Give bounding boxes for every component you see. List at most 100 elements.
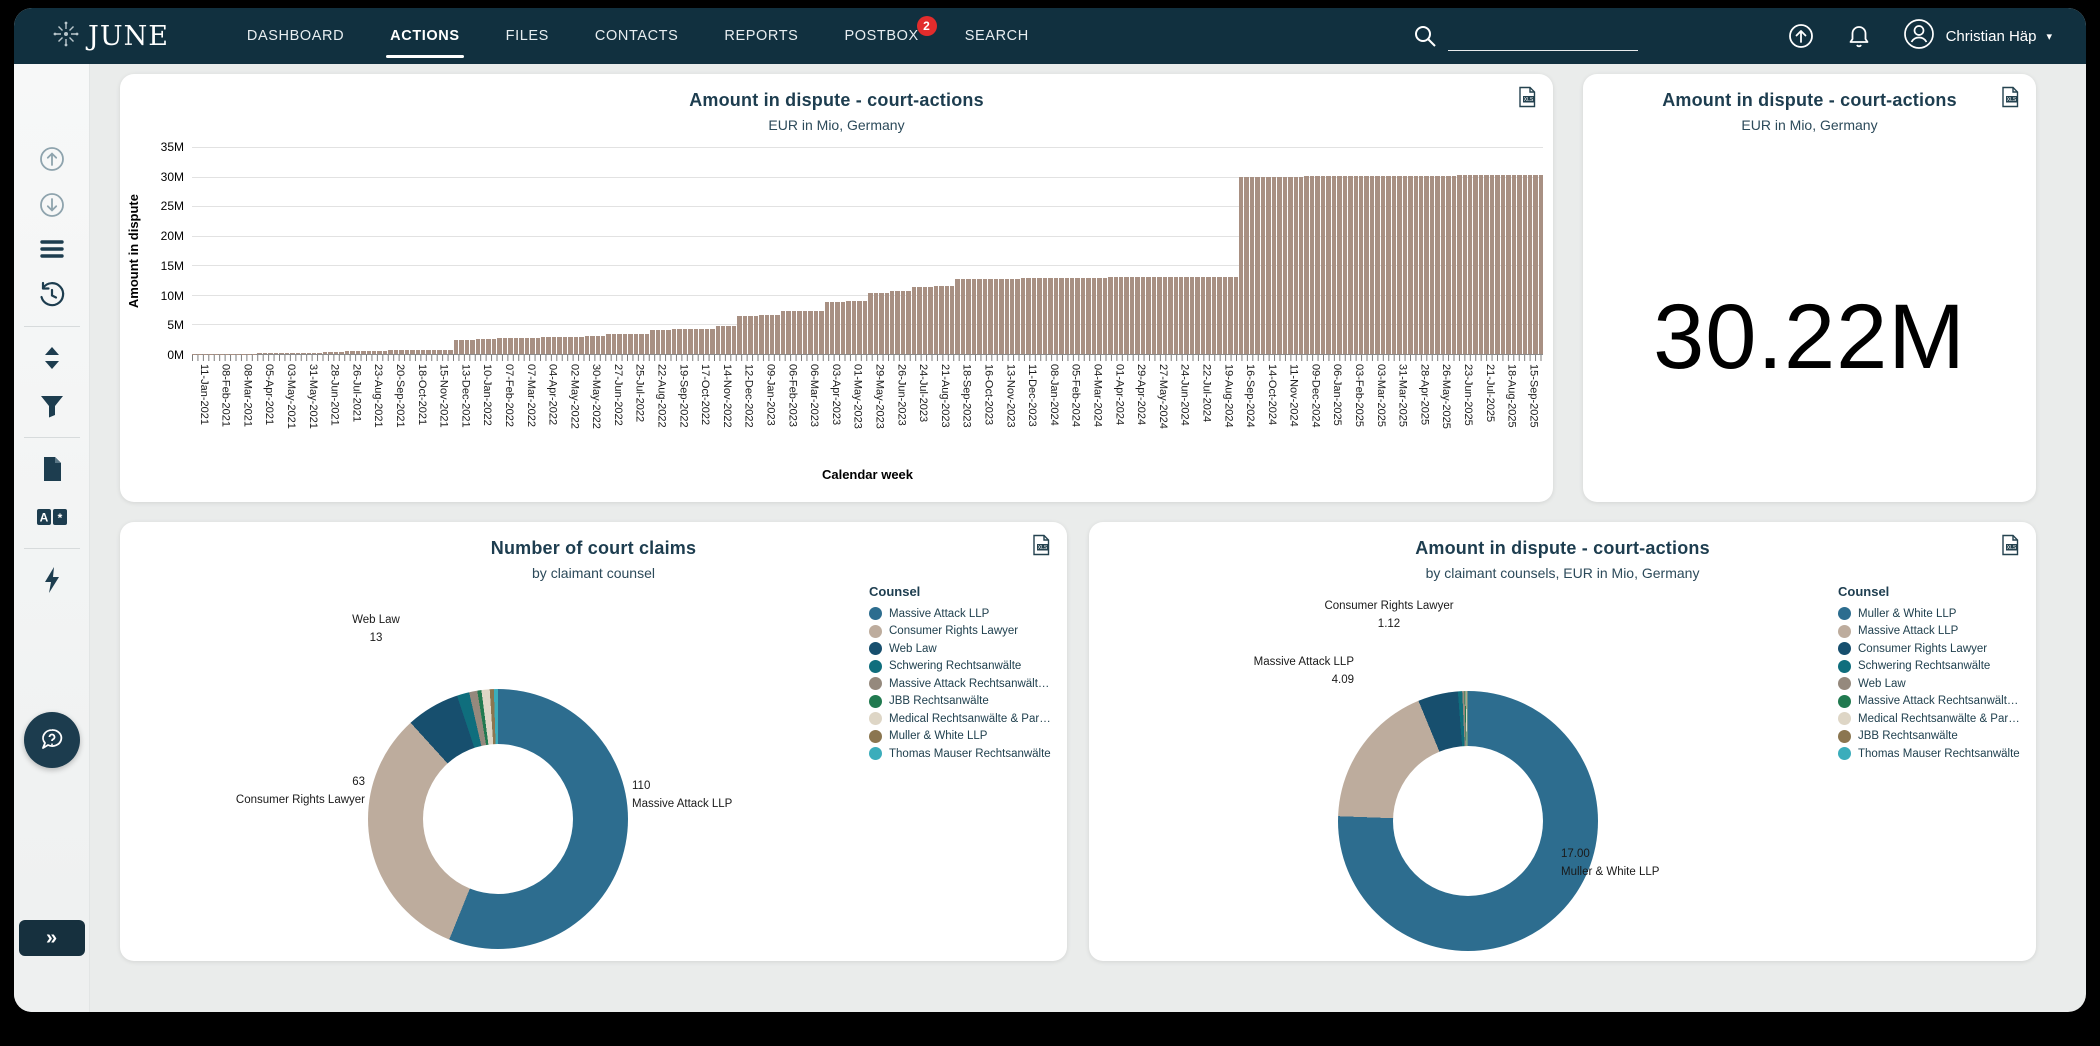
card-amount-in-dispute-total: Amount in dispute - court-actions EUR in… xyxy=(1583,74,2036,502)
card-title: Amount in dispute - court-actions xyxy=(1089,538,2036,559)
svg-text:*: * xyxy=(57,511,62,525)
sidebar-divider xyxy=(24,548,80,549)
x-axis-title: Calendar week xyxy=(192,463,1543,487)
legend-color-dot xyxy=(869,607,882,620)
translate-icon[interactable]: A * xyxy=(35,500,69,534)
legend-color-dot xyxy=(1838,730,1851,743)
tool-sidebar: A * » xyxy=(14,64,90,1012)
quick-actions-bolt-icon[interactable] xyxy=(35,563,69,597)
legend-item[interactable]: Massive Attack LLP xyxy=(869,607,1047,620)
legend-item[interactable]: Schwering Rechtsanwälte xyxy=(869,660,1047,673)
navbar: JUNE DASHBOARD ACTIONS FILES CONTACTS REPORT… xyxy=(14,8,2086,64)
card-dispute-by-counsel: Amount in dispute - court-actions by cla… xyxy=(1089,522,2036,961)
nav-menu: DASHBOARD ACTIONS FILES CONTACTS REPORTS POST… xyxy=(247,8,1029,64)
card-title: Number of court claims xyxy=(120,538,1067,559)
bar-plot xyxy=(192,147,1543,355)
nav-item-files[interactable]: FILES xyxy=(506,8,549,64)
expand-sidebar-button[interactable]: » xyxy=(19,920,85,956)
legend-item[interactable]: JBB Rechtsanwälte xyxy=(1838,730,2016,743)
nav-item-actions[interactable]: ACTIONS xyxy=(390,8,459,64)
upload-icon[interactable] xyxy=(1786,21,1816,51)
legend-item[interactable]: JBB Rechtsanwälte xyxy=(869,695,1047,708)
legend-item[interactable]: Muller & White LLP xyxy=(1838,607,2016,620)
nav-item-reports[interactable]: REPORTS xyxy=(724,8,798,64)
card-title: Amount in dispute - court-actions xyxy=(1583,90,2036,111)
legend-item[interactable]: Web Law xyxy=(869,642,1047,655)
legend-item[interactable]: Massive Attack Rechtsanwält… xyxy=(1838,695,2016,708)
legend-item[interactable]: Web Law xyxy=(1838,677,2016,690)
legend-items: Massive Attack LLP Consumer Rights Lawyer… xyxy=(869,607,1047,760)
legend-item[interactable]: Massive Attack LLP xyxy=(1838,625,2016,638)
legend-item[interactable]: Massive Attack Rechtsanwält… xyxy=(869,677,1047,690)
card-claims-by-counsel: Number of court claims by claimant couns… xyxy=(120,522,1067,961)
legend-item[interactable]: Medical Rechtsanwälte & Par… xyxy=(1838,712,2016,725)
slice-label-muller-white: 17.00Muller & White LLP xyxy=(1561,846,1751,882)
nav-item-postbox[interactable]: POSTBOX2 xyxy=(844,8,918,64)
legend-claims: Counsel Massive Attack LLP Consumer Right… xyxy=(869,584,1047,765)
svg-text:XLS: XLS xyxy=(2007,97,2017,103)
y-axis-title: Amount in dispute xyxy=(126,194,141,308)
legend-color-dot xyxy=(1838,695,1851,708)
legend-item[interactable]: Consumer Rights Lawyer xyxy=(1838,642,2016,655)
slice-label-consumer-rights: 63Consumer Rights Lawyer xyxy=(170,774,365,810)
user-menu[interactable]: Christian Häp ▾ xyxy=(1902,17,2052,55)
export-xls-icon[interactable]: XLS xyxy=(1031,534,1051,561)
search-input[interactable] xyxy=(1448,29,1638,51)
legend-item[interactable]: Consumer Rights Lawyer xyxy=(869,625,1047,638)
slice-label-consumer-rights: Consumer Rights Lawyer1.12 xyxy=(1284,598,1494,634)
legend-item[interactable]: Muller & White LLP xyxy=(869,730,1047,743)
scroll-to-top-icon[interactable] xyxy=(35,142,69,176)
donut-hole xyxy=(1393,746,1543,896)
export-xls-icon[interactable]: XLS xyxy=(2000,86,2020,113)
export-xls-icon[interactable]: XLS xyxy=(2000,534,2020,561)
help-chat-button[interactable] xyxy=(24,712,80,768)
legend-color-dot xyxy=(1838,660,1851,673)
slice-label-massive-attack: 110Massive Attack LLP xyxy=(632,778,802,814)
navbar-right: Christian Häp ▾ xyxy=(1410,17,2052,55)
legend-title: Counsel xyxy=(869,584,1047,599)
avatar-icon xyxy=(1902,17,1936,55)
slice-label-web-law: Web Law13 xyxy=(316,612,436,648)
menu-icon[interactable] xyxy=(35,232,69,266)
notifications-bell-icon[interactable] xyxy=(1844,21,1874,51)
donut-ring[interactable] xyxy=(1338,691,1598,951)
donut-hole xyxy=(423,744,573,894)
sort-icon[interactable] xyxy=(35,341,69,375)
filter-icon[interactable] xyxy=(35,389,69,423)
svg-text:XLS: XLS xyxy=(2007,545,2017,551)
nav-item-dashboard[interactable]: DASHBOARD xyxy=(247,8,344,64)
chevron-down-icon: ▾ xyxy=(2046,30,2052,43)
card-title: Amount in dispute - court-actions xyxy=(120,90,1553,111)
export-xls-icon[interactable]: XLS xyxy=(1517,86,1537,113)
legend-item[interactable]: Thomas Mauser Rechtsanwälte xyxy=(869,747,1047,760)
legend-dispute: Counsel Muller & White LLPMassive Attack… xyxy=(1838,584,2016,765)
postbox-badge: 2 xyxy=(917,16,937,36)
app-logo[interactable]: JUNE xyxy=(52,20,169,53)
svg-text:A: A xyxy=(39,511,48,525)
legend-color-dot xyxy=(1838,747,1851,760)
nav-item-search[interactable]: SEARCH xyxy=(965,8,1029,64)
legend-item[interactable]: Thomas Mauser Rechtsanwälte xyxy=(1838,747,2016,760)
global-search xyxy=(1410,21,1638,51)
nav-item-contacts[interactable]: CONTACTS xyxy=(595,8,678,64)
legend-item[interactable]: Medical Rechtsanwälte & Par… xyxy=(869,712,1047,725)
card-subtitle: by claimant counsels, EUR in Mio, German… xyxy=(1089,565,2036,581)
legend-color-dot xyxy=(869,730,882,743)
donut-chart-claims: Web Law13 63Consumer Rights Lawyer 110Ma… xyxy=(120,586,867,961)
legend-items: Muller & White LLP Massive Attack LLP Cons… xyxy=(1838,607,2016,760)
donut-chart-dispute: Consumer Rights Lawyer1.12 Massive Attac… xyxy=(1089,586,1836,961)
sidebar-divider xyxy=(24,326,80,327)
y-axis-labels: 0M5M10M15M20M25M30M35M xyxy=(146,147,192,355)
x-axis-labels: 11-Jan-202108-Feb-202108-Mar-202105-Apr-… xyxy=(192,361,1543,463)
document-icon[interactable] xyxy=(35,452,69,486)
card-subtitle: EUR in Mio, Germany xyxy=(1583,117,2036,133)
card-subtitle: by claimant counsel xyxy=(120,565,1067,581)
logo-text: JUNE xyxy=(88,21,169,52)
donut-ring[interactable] xyxy=(368,689,628,949)
legend-color-dot xyxy=(1838,607,1851,620)
legend-item[interactable]: Schwering Rechtsanwälte xyxy=(1838,660,2016,673)
history-icon[interactable] xyxy=(35,278,69,312)
search-icon[interactable] xyxy=(1410,21,1440,51)
scroll-to-bottom-icon[interactable] xyxy=(35,188,69,222)
legend-color-dot xyxy=(869,660,882,673)
